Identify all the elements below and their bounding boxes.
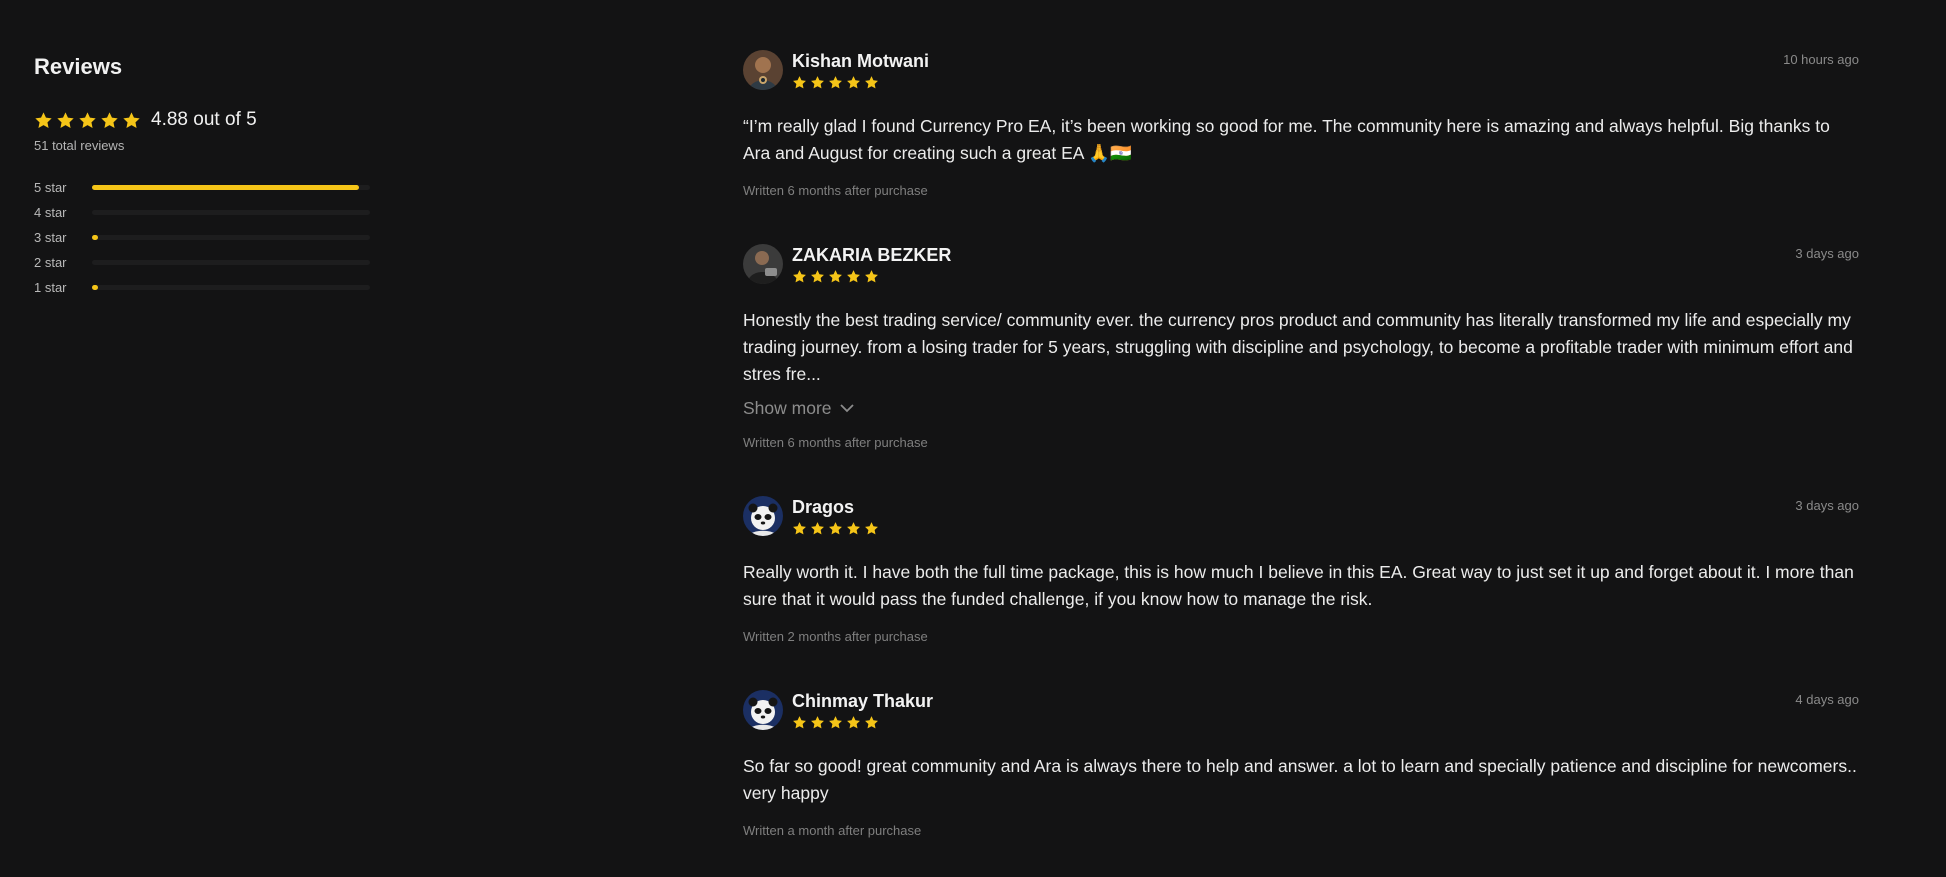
review-purchase-note: Written 2 months after purchase	[743, 629, 928, 644]
breakdown-label: 3 star	[34, 230, 67, 245]
review-stars	[792, 715, 933, 730]
panda-avatar-icon	[743, 496, 783, 536]
review-card: Kishan Motwani 10 hours ago “I’m really …	[743, 50, 1859, 198]
star-icon	[122, 111, 141, 130]
review-purchase-note: Written a month after purchase	[743, 823, 922, 838]
star-icon	[828, 521, 843, 536]
review-card: Chinmay Thakur 4 days ago So far so good…	[743, 690, 1859, 838]
reviewer-name: Kishan Motwani	[792, 51, 930, 71]
reviewer-name: Dragos	[792, 497, 855, 517]
breakdown-row-3[interactable]: 3 star	[34, 225, 374, 250]
review-text: Really worth it. I have both the full ti…	[743, 562, 1854, 609]
reviewer-name: Chinmay Thakur	[792, 691, 934, 711]
breakdown-track	[92, 285, 370, 290]
reviewer-name: ZAKARIA BEZKER	[792, 245, 952, 265]
review-stars	[792, 521, 879, 536]
review-text: So far so good! great community and Ara …	[743, 756, 1857, 803]
star-icon	[846, 715, 861, 730]
breakdown-label: 2 star	[34, 255, 67, 270]
star-icon	[100, 111, 119, 130]
show-more-label: Show more	[743, 398, 832, 418]
star-icon	[810, 521, 825, 536]
breakdown-label: 4 star	[34, 205, 67, 220]
review-text: Honestly the best trading service/ commu…	[743, 310, 1853, 384]
breakdown-track	[92, 235, 370, 240]
star-icon	[828, 269, 843, 284]
star-icon	[846, 269, 861, 284]
breakdown-row-2[interactable]: 2 star	[34, 250, 374, 275]
breakdown-label: 5 star	[34, 180, 67, 195]
star-icon	[56, 111, 75, 130]
photo-avatar-icon	[743, 50, 783, 90]
breakdown-fill	[92, 185, 359, 190]
average-rating: 4.88 out of 5	[34, 108, 374, 132]
total-reviews: 51 total reviews	[34, 138, 125, 153]
star-icon	[792, 715, 807, 730]
reviews-summary: Reviews 4.88 out of 5 51 total reviews 5…	[34, 52, 374, 300]
breakdown-track	[92, 260, 370, 265]
reviewer-avatar	[743, 50, 783, 90]
reviews-title: Reviews	[34, 54, 123, 79]
review-purchase-note: Written 6 months after purchase	[743, 183, 928, 198]
star-icon	[810, 269, 825, 284]
star-icon	[828, 75, 843, 90]
breakdown-fill	[92, 285, 98, 290]
review-purchase-note: Written 6 months after purchase	[743, 435, 928, 450]
review-timestamp: 3 days ago	[1795, 498, 1859, 513]
breakdown-row-4[interactable]: 4 star	[34, 200, 374, 225]
star-icon	[846, 75, 861, 90]
review-timestamp: 3 days ago	[1795, 246, 1859, 261]
show-more-button[interactable]: Show more	[743, 398, 1859, 419]
reviewer-avatar	[743, 690, 783, 730]
photo-avatar-icon	[743, 244, 783, 284]
star-icon	[78, 111, 97, 130]
star-icon	[792, 521, 807, 536]
star-icon	[864, 75, 879, 90]
reviewer-avatar	[743, 496, 783, 536]
star-icon	[792, 75, 807, 90]
chevron-down-icon	[839, 404, 854, 413]
breakdown-fill	[92, 235, 98, 240]
star-icon	[810, 75, 825, 90]
breakdown-row-5[interactable]: 5 star	[34, 175, 374, 200]
review-stars	[792, 269, 951, 284]
star-icon	[828, 715, 843, 730]
star-icon	[792, 269, 807, 284]
review-timestamp: 10 hours ago	[1783, 52, 1859, 67]
star-icon	[34, 111, 53, 130]
breakdown-label: 1 star	[34, 280, 67, 295]
breakdown-track	[92, 185, 370, 190]
rating-breakdown: 5 star 4 star 3 star 2 star 1 star	[34, 175, 374, 300]
reviewer-avatar	[743, 244, 783, 284]
review-text: “I’m really glad I found Currency Pro EA…	[743, 116, 1830, 163]
review-timestamp: 4 days ago	[1795, 692, 1859, 707]
review-list: Kishan Motwani 10 hours ago “I’m really …	[743, 50, 1859, 838]
average-stars	[34, 111, 141, 130]
star-icon	[846, 521, 861, 536]
panda-avatar-icon	[743, 690, 783, 730]
review-stars	[792, 75, 929, 90]
review-card: ZAKARIA BEZKER 3 days ago Honestly the b…	[743, 244, 1859, 450]
star-icon	[864, 521, 879, 536]
review-card: Dragos 3 days ago Really worth it. I hav…	[743, 496, 1859, 644]
star-icon	[864, 715, 879, 730]
star-icon	[864, 269, 879, 284]
breakdown-row-1[interactable]: 1 star	[34, 275, 374, 300]
star-icon	[810, 715, 825, 730]
average-rating-text: 4.88 out of 5	[151, 109, 257, 130]
breakdown-track	[92, 210, 370, 215]
